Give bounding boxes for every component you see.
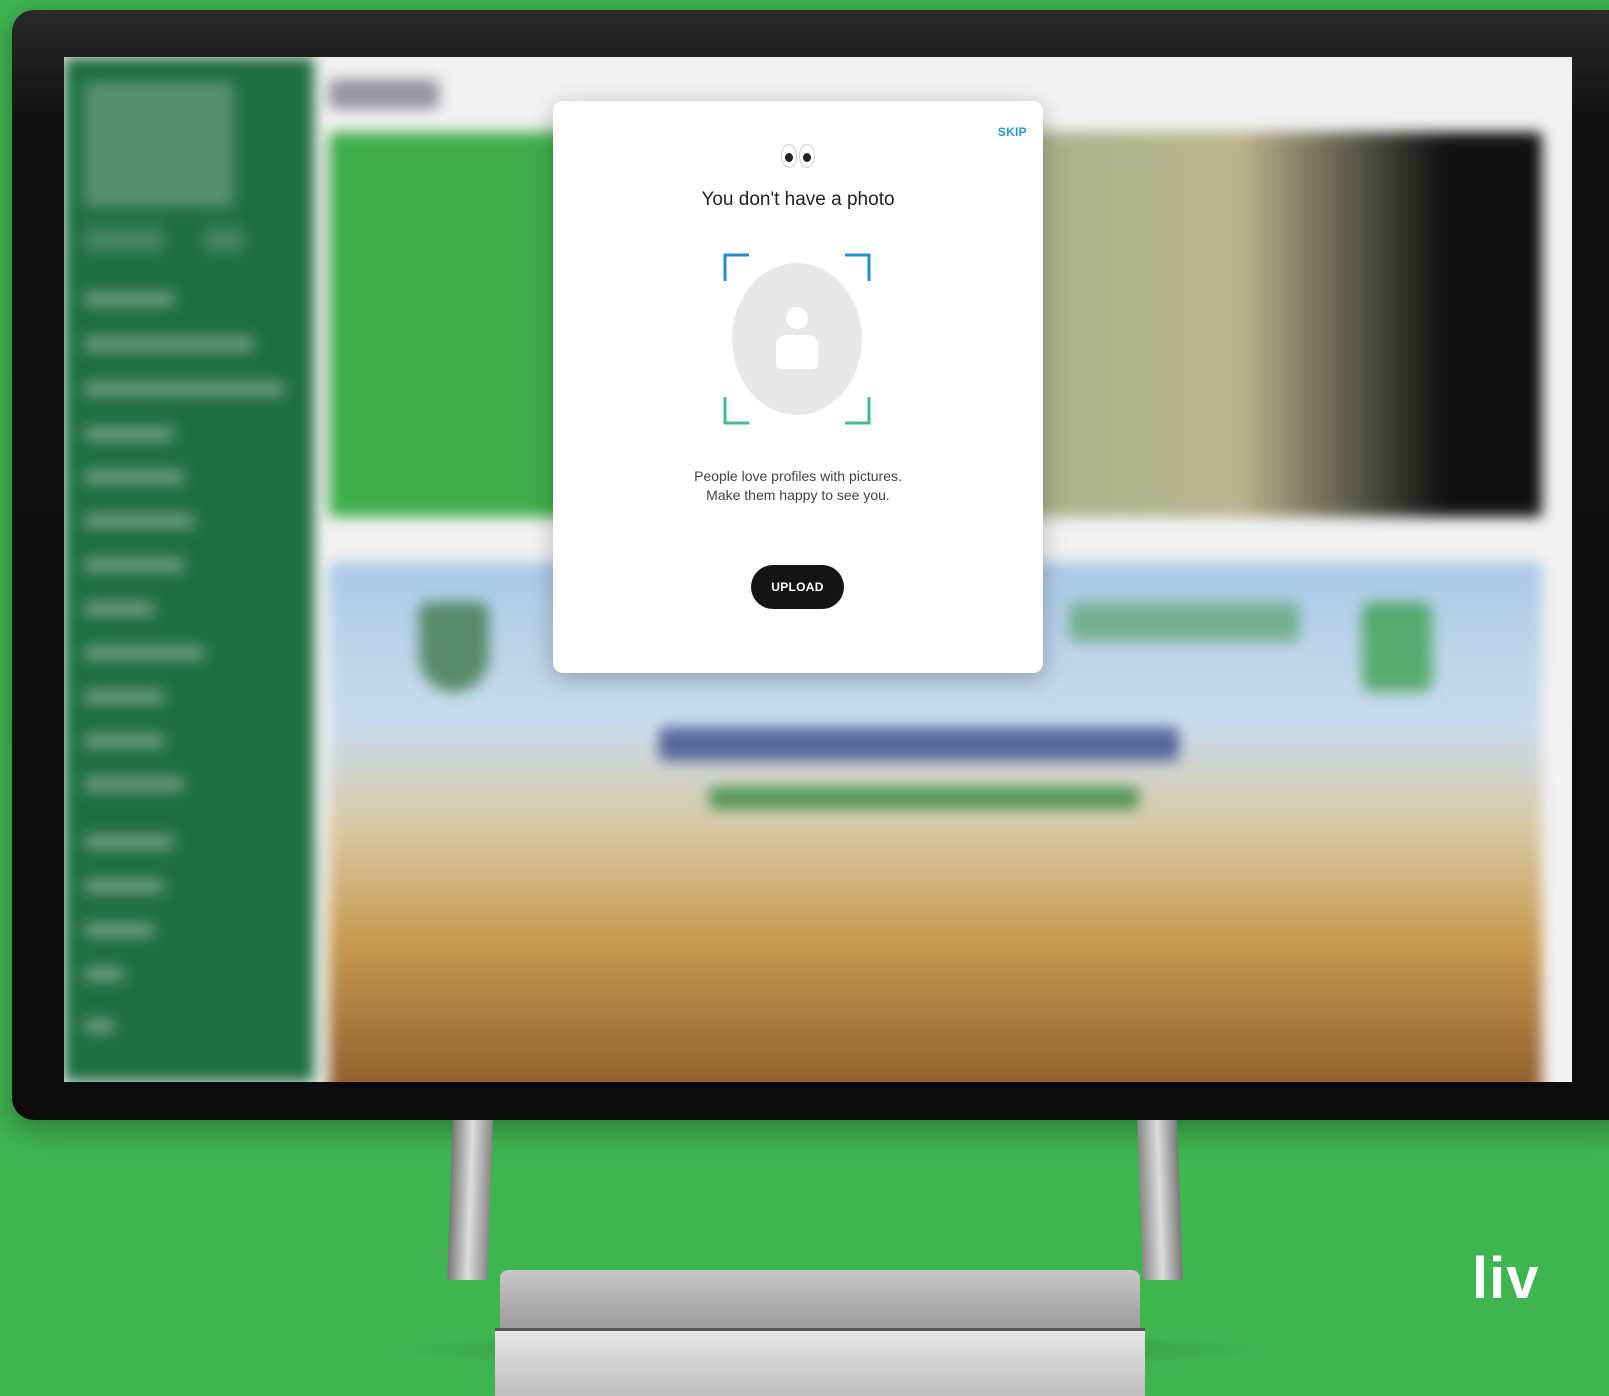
- stand-arm-left: [447, 1120, 493, 1280]
- screen: SKIP You don't have a photo People love …: [64, 57, 1572, 1082]
- user-placeholder-icon: [732, 263, 862, 415]
- upload-button[interactable]: UPLOAD: [751, 565, 844, 609]
- stand-base: [495, 1328, 1145, 1396]
- monitor-frame: SKIP You don't have a photo People love …: [12, 10, 1609, 1120]
- modal-description: People love profiles with pictures. Make…: [694, 468, 902, 503]
- photo-frame[interactable]: [723, 253, 871, 425]
- sidebar: [64, 57, 314, 1082]
- no-photo-modal: SKIP You don't have a photo People love …: [553, 101, 1043, 673]
- stand-arm-right: [1137, 1120, 1183, 1280]
- modal-title: You don't have a photo: [701, 189, 895, 210]
- stand-base-top: [500, 1270, 1140, 1330]
- skip-button[interactable]: SKIP: [998, 125, 1027, 139]
- eyes-icon: [553, 143, 1043, 175]
- page-title: [329, 79, 439, 109]
- brand-logo: liv: [1472, 1246, 1540, 1311]
